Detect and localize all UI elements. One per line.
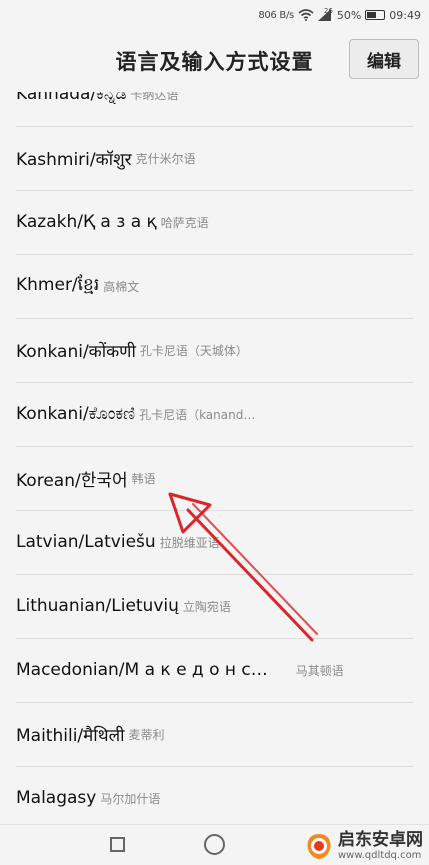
list-item-kashmiri[interactable]: Kashmiri/कॉशुर 克什米尔语 [16, 126, 413, 191]
language-list[interactable]: Kannada/ಕನ್ನಡ 卡纳达语 Kashmiri/कॉशुर 克什米尔语 … [0, 92, 429, 825]
language-name: Korean/한국어 [16, 470, 128, 491]
edit-button[interactable]: 编辑 [349, 39, 419, 79]
network-speed: 806 B/s [258, 9, 294, 21]
page-title: 语言及输入方式设置 [115, 50, 314, 74]
language-name: Latvian/Latviešu [16, 532, 156, 552]
screen: 806 B/s 26 50% 09:49 语言及输入方式设置 编辑 Kannad… [0, 0, 429, 865]
list-item-macedonian[interactable]: Macedonian/М а к е д о н с… 马其顿语 [16, 638, 413, 703]
list-item-konkani-devanagari[interactable]: Konkani/कोंकणी 孔卡尼语（天城体） [16, 318, 413, 383]
language-subtitle: 孔卡尼语（天城体） [139, 343, 248, 358]
home-button[interactable] [204, 834, 225, 855]
language-name: Kannada/ಕನ್ನಡ [16, 92, 127, 104]
language-name: Khmer/ខ្មែរ [16, 274, 100, 295]
language-name: Konkani/कोंकणी [16, 341, 136, 362]
battery-percent: 50% [336, 8, 362, 22]
language-name: Kazakh/Қ а з а қ [16, 212, 157, 232]
watermark-name: 启东安卓网 [338, 829, 423, 850]
list-item-korean[interactable]: Korean/한국어 韩语 [16, 446, 413, 511]
language-subtitle: 克什米尔语 [135, 151, 196, 166]
language-subtitle: 韩语 [131, 471, 156, 486]
language-name: Maithili/मैथिली [16, 725, 125, 746]
list-item-maithili[interactable]: Maithili/मैथिली 麦蒂利 [16, 702, 413, 767]
language-subtitle: 麦蒂利 [128, 727, 165, 742]
list-item-kannada[interactable]: Kannada/ಕನ್ನಡ 卡纳达语 [16, 92, 413, 127]
clock: 09:49 [389, 8, 421, 22]
language-subtitle: 马其顿语 [295, 663, 344, 678]
language-subtitle: 哈萨克语 [160, 215, 209, 230]
language-subtitle: 拉脱维亚语 [159, 535, 220, 550]
recent-apps-button[interactable] [110, 837, 125, 852]
language-name: Macedonian/М а к е д о н с… [16, 660, 268, 680]
list-item-kazakh[interactable]: Kazakh/Қ а з а қ 哈萨克语 [16, 190, 413, 255]
battery-icon [365, 10, 386, 20]
language-subtitle: 卡纳达语 [130, 92, 179, 102]
language-name: Kashmiri/कॉशुर [16, 149, 132, 170]
language-subtitle: 孔卡尼语（kanand… [139, 407, 256, 422]
list-item-khmer[interactable]: Khmer/ខ្មែរ 高棉文 [16, 254, 413, 319]
title-bar: 语言及输入方式设置 编辑 [0, 30, 429, 92]
network-type: 26 [323, 7, 333, 15]
watermark: 启东安卓网 www.qdltdq.com [304, 831, 423, 861]
list-item-malagasy[interactable]: Malagasy 马尔加什语 [16, 766, 413, 825]
wifi-icon [298, 9, 314, 21]
watermark-url: www.qdltdq.com [338, 849, 422, 861]
language-subtitle: 马尔加什语 [100, 791, 161, 806]
watermark-logo-icon [307, 834, 331, 859]
language-name: Konkani/ಕೊಂಕಣಿ [16, 404, 136, 424]
list-item-konkani-kannada[interactable]: Konkani/ಕೊಂಕಣಿ 孔卡尼语（kanand… [16, 382, 413, 447]
list-item-latvian[interactable]: Latvian/Latviešu 拉脱维亚语 [16, 510, 413, 575]
status-bar: 806 B/s 26 50% 09:49 [0, 0, 429, 30]
language-name: Malagasy [16, 788, 97, 808]
language-subtitle: 立陶宛语 [182, 599, 231, 614]
list-item-lithuanian[interactable]: Lithuanian/Lietuvių 立陶宛语 [16, 574, 413, 639]
language-subtitle: 高棉文 [103, 279, 140, 294]
language-name: Lithuanian/Lietuvių [16, 596, 179, 616]
